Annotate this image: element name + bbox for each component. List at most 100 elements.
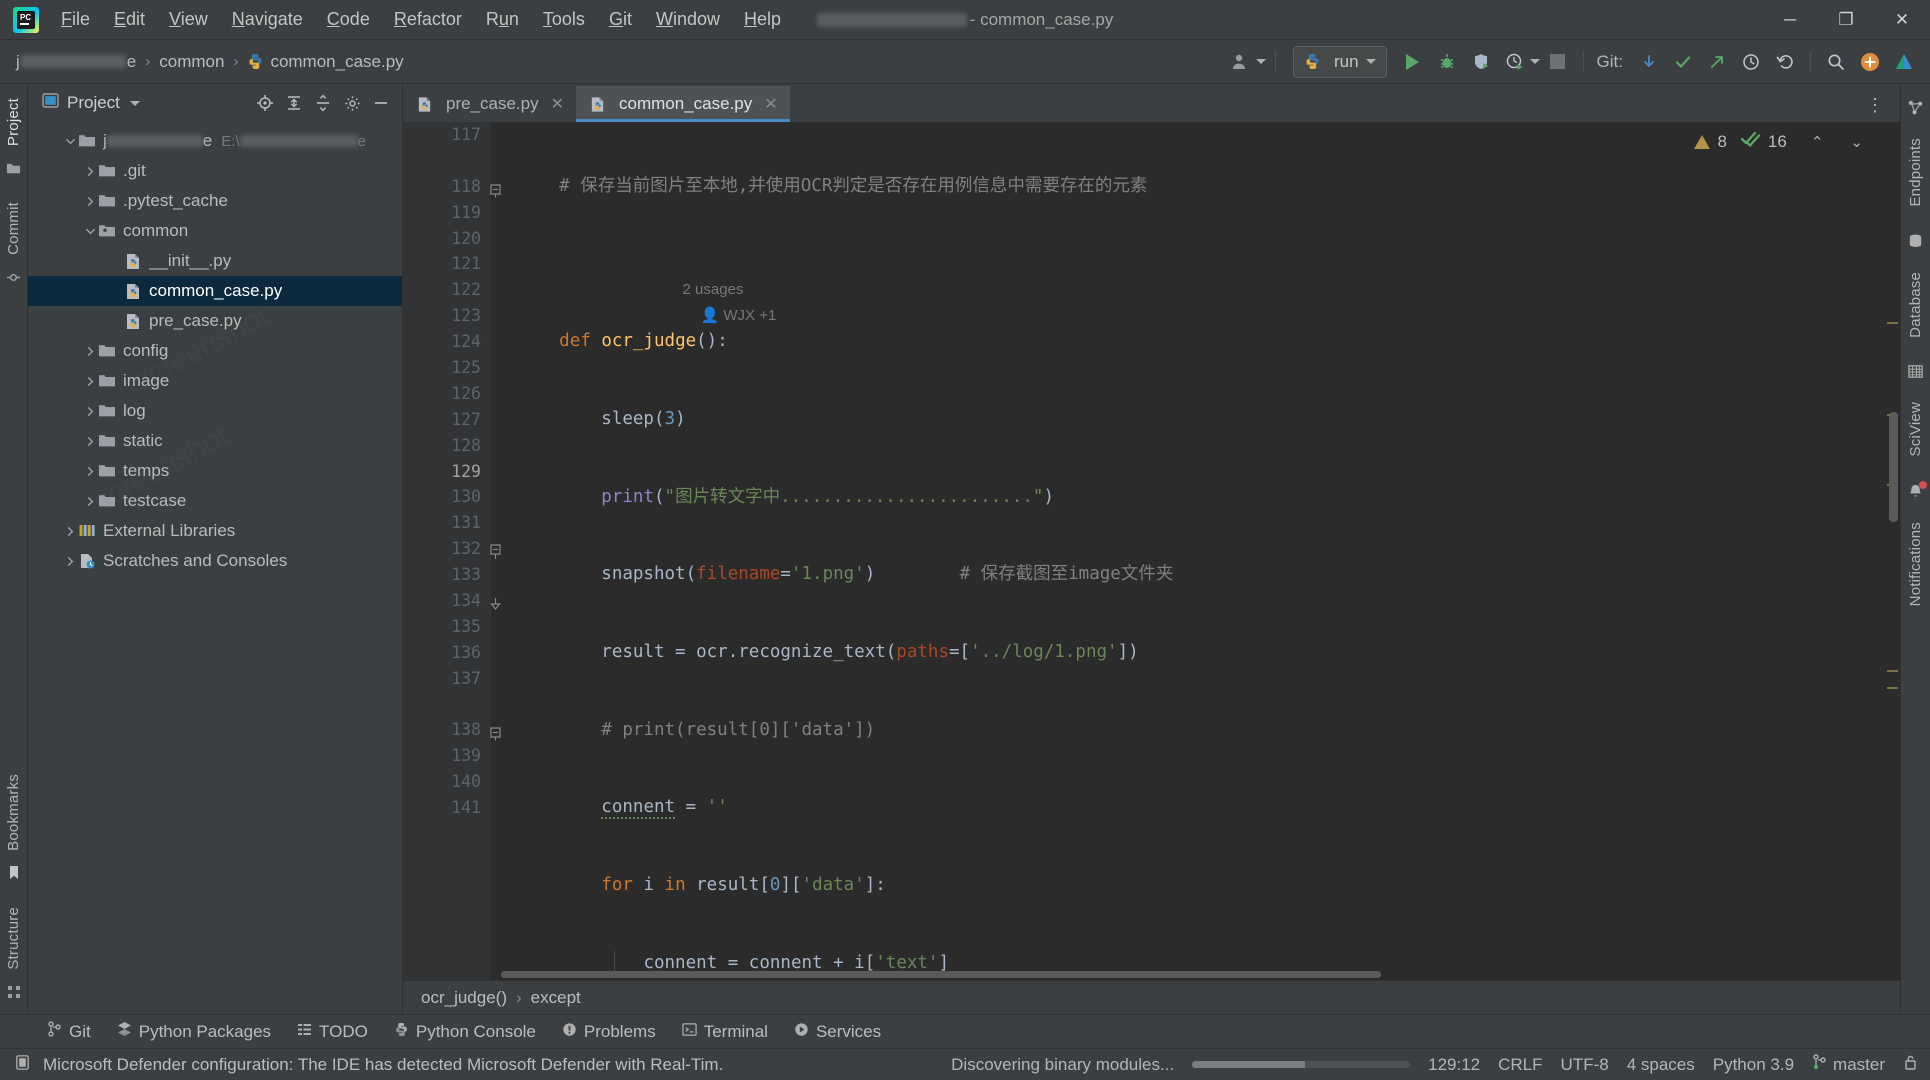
- sidebar-tab-endpoints[interactable]: Endpoints: [1907, 130, 1924, 215]
- menu-file[interactable]: File: [50, 5, 101, 34]
- ide-assistant-icon[interactable]: [1888, 46, 1920, 78]
- read-only-toggle-icon[interactable]: [1903, 1054, 1918, 1076]
- commit-icon[interactable]: [1667, 46, 1699, 78]
- chevron-right-icon[interactable]: [82, 196, 98, 207]
- tree-item-common[interactable]: common: [28, 216, 402, 246]
- menu-code[interactable]: Code: [316, 5, 381, 34]
- tree-item-log[interactable]: log: [28, 396, 402, 426]
- sidebar-tab-commit[interactable]: Commit: [5, 194, 22, 263]
- tree-item-image[interactable]: image: [28, 366, 402, 396]
- tree-item-pytest-cache[interactable]: .pytest_cache: [28, 186, 402, 216]
- code-scroll-region[interactable]: # 保存当前图片至本地,并使用OCR判定是否存在用例信息中需要存在的元素 2 u…: [491, 122, 1900, 980]
- usages-hint[interactable]: 2 usages: [683, 281, 744, 298]
- code-breadcrumb[interactable]: ocr_judge() › except: [403, 980, 1900, 1014]
- breadcrumb-item-common[interactable]: common: [159, 52, 224, 72]
- editor-options-icon[interactable]: ⋮: [1866, 95, 1900, 122]
- main-menu[interactable]: File Edit View Navigate Code Refactor Ru…: [50, 5, 792, 34]
- tree-item-config[interactable]: config: [28, 336, 402, 366]
- editor-scrollbar[interactable]: [1886, 122, 1900, 980]
- tree-item-pre-case-py[interactable]: pre_case.py: [28, 306, 402, 336]
- structure-icon[interactable]: [7, 985, 21, 1004]
- chevron-down-icon[interactable]: [1365, 59, 1376, 64]
- code-inlay-hint-usages[interactable]: 2 usages 👤 WJX +1: [517, 252, 1900, 324]
- project-window-icon[interactable]: [6, 161, 21, 181]
- code-lines[interactable]: # 保存当前图片至本地,并使用OCR判定是否存在用例信息中需要存在的元素 2 u…: [491, 122, 1900, 980]
- file-encoding[interactable]: UTF-8: [1561, 1055, 1609, 1075]
- tree-item-init-py[interactable]: __init__.py: [28, 246, 402, 276]
- tree-item-static[interactable]: static: [28, 426, 402, 456]
- previous-problem-icon[interactable]: ⌃: [1808, 133, 1827, 151]
- editor-gutter[interactable]: 117 118 119 120 121 122 123 124 125 126 …: [403, 122, 501, 980]
- tool-window-todo[interactable]: TODO: [286, 1018, 379, 1046]
- close-tab-icon[interactable]: ✕: [764, 94, 777, 114]
- sidebar-tab-bookmarks[interactable]: Bookmarks: [5, 766, 22, 859]
- git-branch-widget[interactable]: master: [1812, 1054, 1885, 1075]
- history-icon[interactable]: [1735, 46, 1767, 78]
- update-project-icon[interactable]: [1633, 46, 1665, 78]
- chevron-right-icon[interactable]: [82, 436, 98, 447]
- chevron-right-icon[interactable]: [82, 466, 98, 477]
- sidebar-tab-notifications[interactable]: Notifications: [1907, 514, 1924, 614]
- chevron-right-icon[interactable]: [82, 346, 98, 357]
- debug-button[interactable]: [1431, 46, 1463, 78]
- run-with-coverage-button[interactable]: [1465, 46, 1497, 78]
- inspection-widget[interactable]: 8 16 ⌃ ⌄: [1694, 130, 1866, 153]
- chevron-right-icon[interactable]: [82, 376, 98, 387]
- endpoints-icon[interactable]: [1907, 99, 1924, 121]
- project-tree[interactable]: screenshot screenshot jeE:\e: [28, 122, 402, 1014]
- chevron-down-icon[interactable]: [82, 226, 98, 237]
- author-hint[interactable]: 👤 WJX +1: [701, 307, 777, 324]
- python-interpreter[interactable]: Python 3.9: [1713, 1055, 1794, 1075]
- horizontal-scrollbar-thumb[interactable]: [501, 971, 1381, 978]
- sidebar-tab-sciview[interactable]: SciView: [1907, 394, 1924, 464]
- chevron-down-icon[interactable]: [62, 136, 78, 147]
- settings-gear-icon[interactable]: [339, 90, 365, 116]
- chevron-right-icon[interactable]: [62, 556, 78, 567]
- next-problem-icon[interactable]: ⌄: [1847, 133, 1866, 151]
- tree-item-project-root[interactable]: j e E:\ e: [28, 126, 402, 156]
- sidebar-tab-database[interactable]: Database: [1907, 264, 1924, 346]
- editor-tab-pre-case[interactable]: pre_case.py ✕: [403, 86, 576, 122]
- menu-navigate[interactable]: Navigate: [221, 5, 314, 34]
- menu-refactor[interactable]: Refactor: [383, 5, 473, 34]
- tool-window-services[interactable]: Services: [783, 1018, 892, 1046]
- window-controls[interactable]: ─ ❐ ✕: [1762, 0, 1930, 40]
- code-breadcrumb-function[interactable]: ocr_judge(): [421, 988, 507, 1008]
- profile-dropdown-caret-icon[interactable]: [1529, 59, 1540, 64]
- menu-git[interactable]: Git: [598, 5, 643, 34]
- tool-window-problems[interactable]: Problems: [551, 1018, 667, 1046]
- menu-tools[interactable]: Tools: [532, 5, 596, 34]
- notifications-bell-icon[interactable]: [1907, 480, 1927, 505]
- tree-item-testcase[interactable]: testcase: [28, 486, 402, 516]
- close-tab-icon[interactable]: ✕: [551, 94, 564, 114]
- ide-notification-icon[interactable]: [14, 1054, 31, 1076]
- breadcrumb[interactable]: je › common › common_case.py: [16, 52, 404, 72]
- run-button[interactable]: [1397, 46, 1429, 78]
- menu-view[interactable]: View: [158, 5, 219, 34]
- menu-run[interactable]: Run: [475, 5, 530, 34]
- tool-window-python-console[interactable]: Python Console: [383, 1018, 547, 1046]
- tree-item-external-libraries[interactable]: External Libraries: [28, 516, 402, 546]
- user-avatar-icon[interactable]: [1224, 46, 1256, 78]
- database-icon[interactable]: [1907, 233, 1924, 255]
- caret-position[interactable]: 129:12: [1428, 1055, 1480, 1075]
- tool-window-git[interactable]: Git: [36, 1017, 102, 1046]
- breadcrumb-project[interactable]: je: [16, 52, 136, 72]
- commit-window-icon[interactable]: [6, 270, 21, 290]
- avatar-dropdown-caret-icon[interactable]: [1255, 59, 1266, 64]
- chevron-right-icon[interactable]: [62, 526, 78, 537]
- horizontal-scrollbar[interactable]: [491, 970, 1886, 980]
- plugin-update-icon[interactable]: [1854, 46, 1886, 78]
- tree-item-scratches-consoles[interactable]: Scratches and Consoles: [28, 546, 402, 576]
- select-opened-file-icon[interactable]: [252, 90, 278, 116]
- breadcrumb-item-file[interactable]: common_case.py: [270, 52, 403, 72]
- maximize-button[interactable]: ❐: [1818, 0, 1874, 40]
- status-notification-text[interactable]: Microsoft Defender configuration: The ID…: [43, 1055, 723, 1075]
- code-breadcrumb-block[interactable]: except: [531, 988, 581, 1008]
- bookmark-icon[interactable]: [7, 865, 21, 886]
- line-separator[interactable]: CRLF: [1498, 1055, 1542, 1075]
- tree-item-common-case-py[interactable]: common_case.py: [28, 276, 402, 306]
- profile-button[interactable]: [1499, 46, 1531, 78]
- indent-setting[interactable]: 4 spaces: [1627, 1055, 1695, 1075]
- menu-window[interactable]: Window: [645, 5, 731, 34]
